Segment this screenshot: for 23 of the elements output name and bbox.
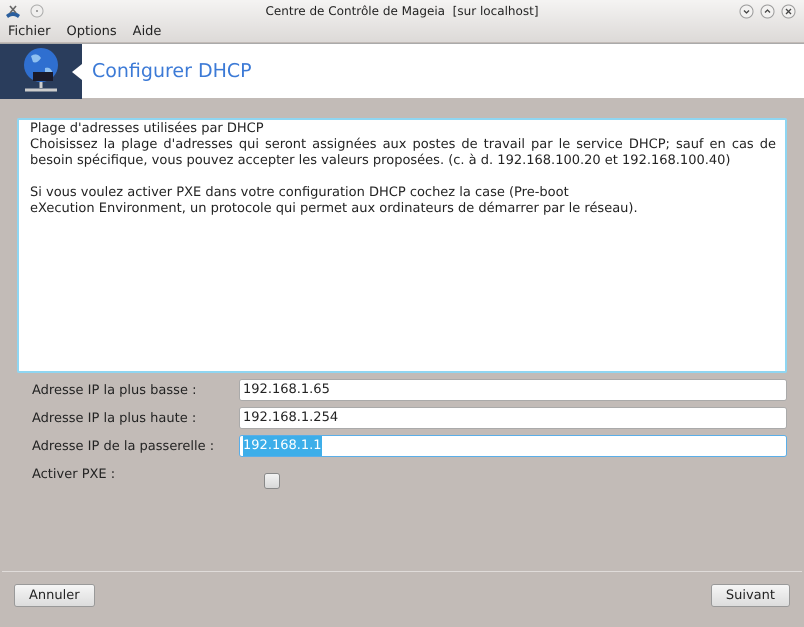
field-label: Activer PXE : bbox=[32, 466, 116, 484]
minimize-button[interactable] bbox=[739, 4, 754, 18]
button[interactable]: Annuler bbox=[14, 584, 95, 607]
close-button[interactable] bbox=[781, 4, 796, 18]
checkbox[interactable] bbox=[264, 473, 280, 489]
menu-item[interactable]: Fichier bbox=[8, 22, 50, 42]
description-text: Choisissez la plage d'adresses qui seront assignées aux postes de travail par le service DHCP; sauf en cas de besoin spécifique, vous pouvez accepter les valeurs proposées. (c. à d. 192.168.100.20 et 192.168.100.40) bbox=[30, 137, 776, 169]
field-label: Adresse IP de la passerelle : bbox=[32, 438, 216, 456]
field-label: Adresse IP la plus basse : bbox=[32, 382, 198, 400]
description-text: Si vous voulez activer PXE dans votre configuration DHCP cochez la case (Pre-boot bbox=[30, 185, 570, 201]
description-text: eXecution Environment, un protocole qui permet aux ordinateurs de démarrer par le réseau). bbox=[30, 201, 639, 217]
field-label: Adresse IP la plus haute : bbox=[32, 410, 198, 428]
menu-item[interactable]: Options bbox=[66, 22, 117, 42]
banner-pointer bbox=[72, 64, 82, 80]
app-icon[interactable] bbox=[4, 3, 22, 19]
window-title: Centre de Contrôle de Mageia [sur localhost] bbox=[266, 3, 538, 20]
button[interactable]: Suivant bbox=[710, 584, 790, 607]
input-field[interactable]: 192.168.1.254 bbox=[239, 407, 787, 429]
page-title: Configurer DHCP bbox=[92, 58, 252, 84]
menu-item[interactable]: Aide bbox=[132, 22, 162, 42]
description-text: Plage d'adresses utilisées par DHCP bbox=[30, 121, 265, 137]
input-field[interactable]: 192.168.1.65 bbox=[239, 379, 787, 401]
maximize-button[interactable] bbox=[760, 4, 775, 18]
